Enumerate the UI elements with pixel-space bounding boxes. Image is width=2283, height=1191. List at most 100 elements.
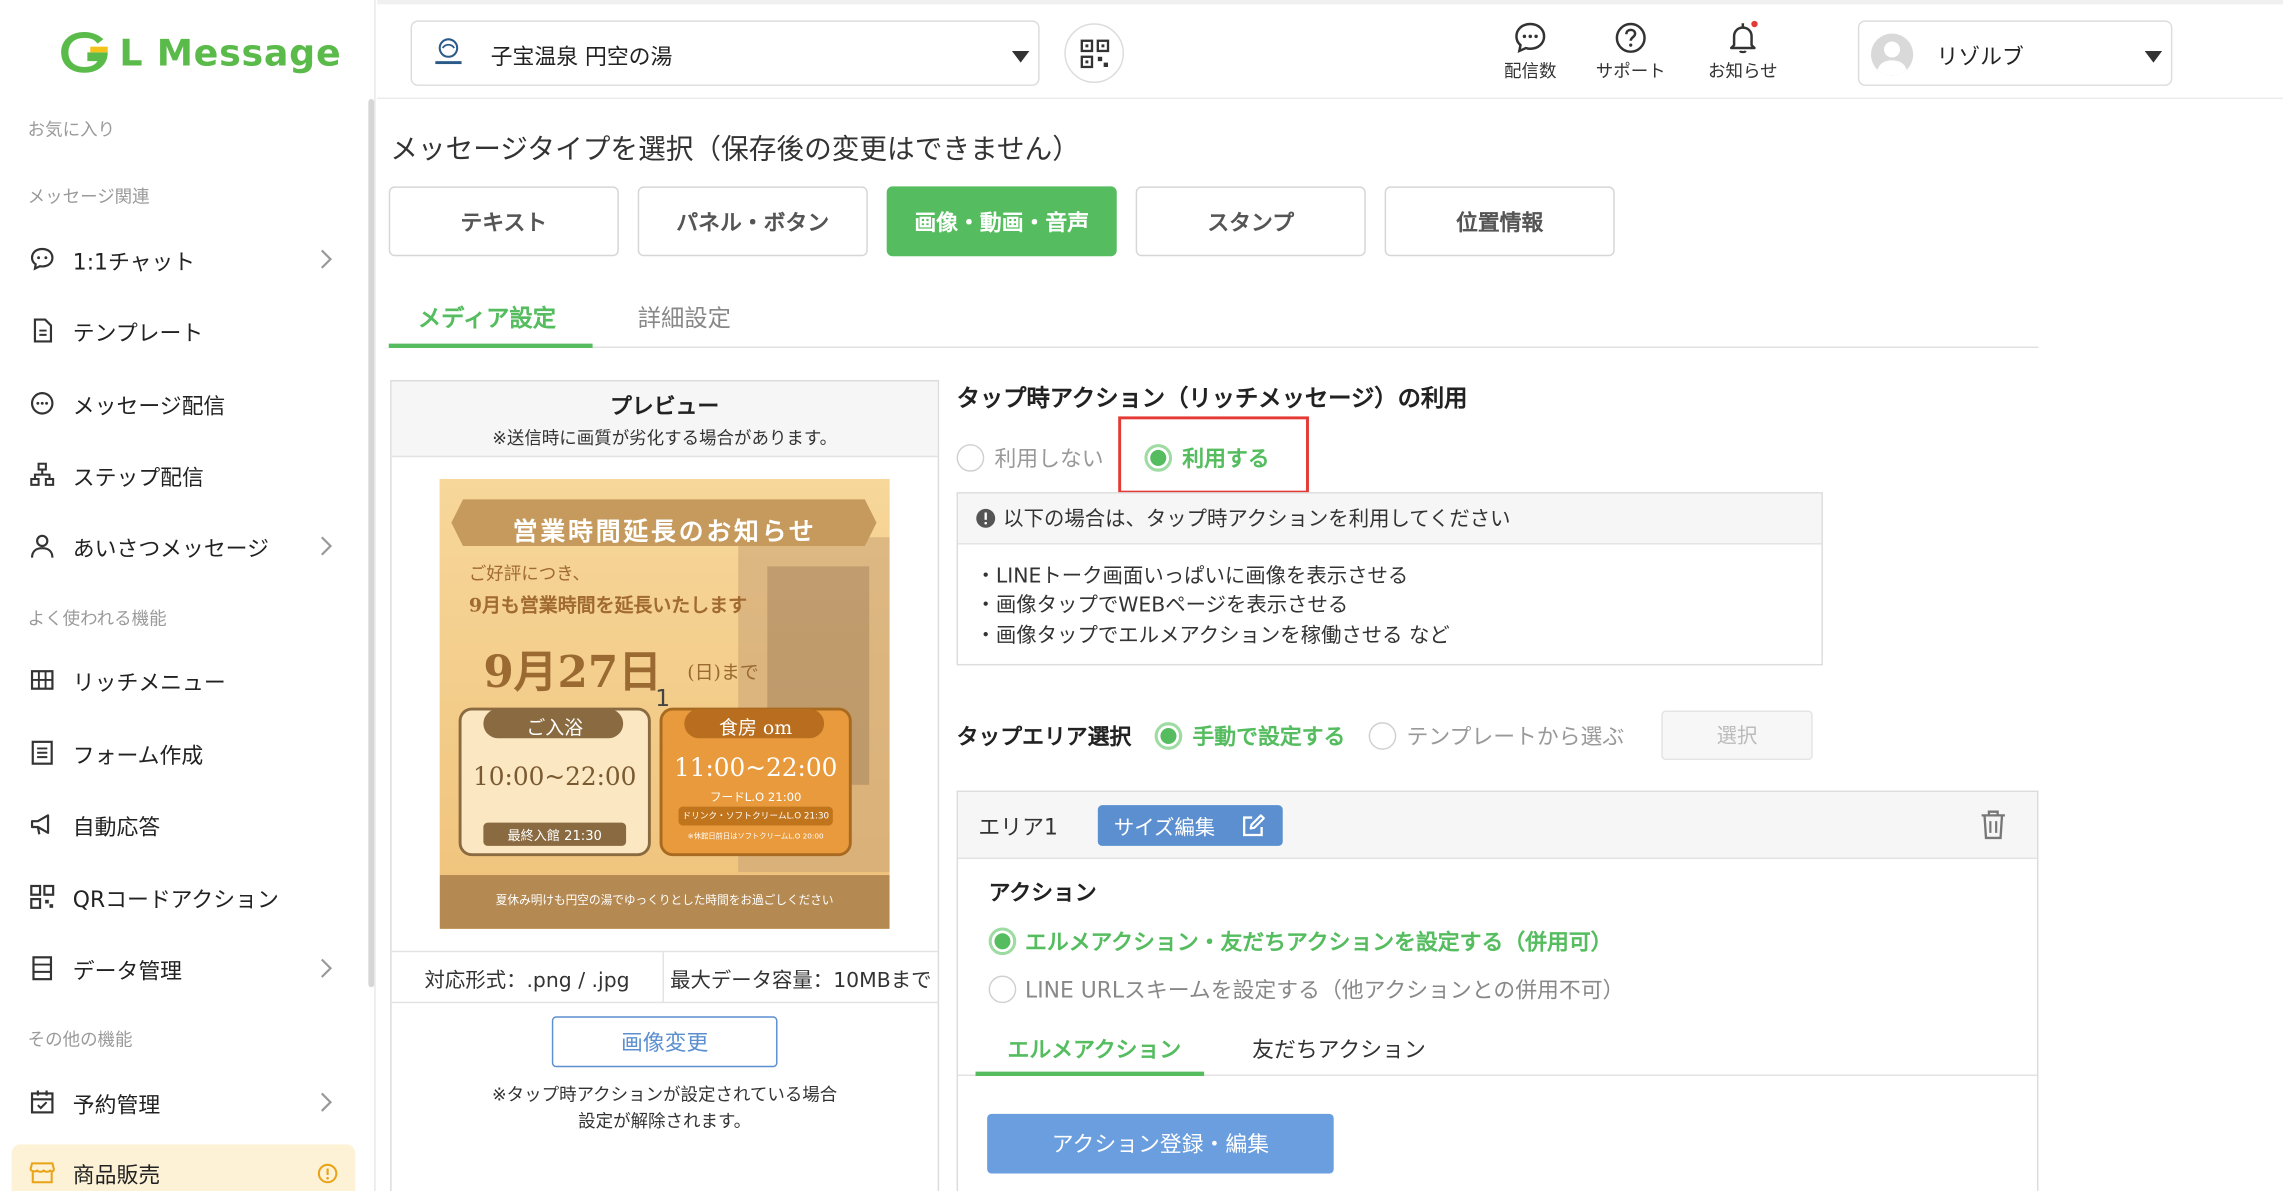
notice-label: お知らせ — [1708, 61, 1778, 82]
section-frequent: よく使われる機能 — [27, 608, 167, 629]
poster-dining-label: 食房 om — [719, 717, 793, 740]
sidebar-item-label: あいさつメッセージ — [72, 535, 269, 562]
tap-action-off-radio[interactable] — [956, 444, 985, 472]
action-option2-radio[interactable] — [988, 975, 1017, 1004]
app-logo[interactable]: L Message — [58, 29, 341, 76]
type-button-text[interactable]: テキスト — [388, 186, 619, 257]
sidebar-item-auto-reply[interactable]: 自動応答 — [0, 796, 357, 854]
poster-line1: ご好評につき、 — [468, 563, 590, 584]
user-avatar-icon — [1876, 41, 1908, 76]
type-button-panel[interactable]: パネル・ボタン — [637, 186, 868, 257]
area-header: エリア1 サイズ編集 — [958, 792, 2037, 860]
sidebar-item-rich-menu[interactable]: リッチメニュー — [0, 652, 357, 710]
sidebar-item-label: テンプレート — [72, 319, 204, 346]
sidebar-item-label: 商品販売 — [72, 1161, 161, 1188]
chevron-right-icon — [321, 536, 333, 556]
tab-friend-action[interactable]: 友だちアクション — [1252, 1034, 1426, 1065]
edit-icon — [1242, 814, 1265, 837]
preview-subtitle: ※送信時に画質が劣化する場合があります。 — [492, 428, 838, 449]
info-item: ・LINEトーク画面いっぱいに画像を表示させる — [975, 564, 1409, 589]
info-header-text: 以下の場合は、タップ時アクションを利用してください — [1003, 508, 1511, 532]
poster-headline: 営業時間延長のお知らせ — [512, 518, 817, 548]
caret-down-icon — [1011, 50, 1030, 63]
delivery-count-label: 配信数 — [1504, 61, 1557, 82]
sidebar-item-label: データ管理 — [72, 957, 183, 984]
area-manual-label[interactable]: 手動で設定する — [1192, 721, 1345, 752]
area-template-radio[interactable] — [1368, 722, 1397, 750]
avatar — [1870, 33, 1914, 76]
delivery-count-button[interactable]: 配信数 — [1485, 20, 1575, 83]
logo-text: L Message — [119, 31, 342, 74]
trash-icon[interactable] — [1980, 810, 2006, 841]
preview-panel: プレビュー ※送信時に画質が劣化する場合があります。 営業時間延長のお知らせ ご… — [390, 380, 940, 1191]
poster-line2: 9月も営業時間を延長いたします — [468, 595, 747, 618]
type-button-location[interactable]: 位置情報 — [1384, 186, 1615, 257]
support-button[interactable]: サポート — [1586, 20, 1676, 83]
preview-header: プレビュー ※送信時に画質が劣化する場合があります。 — [391, 381, 938, 458]
action-option1-radio[interactable] — [988, 927, 1017, 956]
poster-bath-last: 最終入館 21:30 — [507, 829, 602, 845]
sidebar-item-label: フォーム作成 — [72, 741, 204, 769]
sidebar-item-greeting[interactable]: あいさつメッセージ — [0, 518, 357, 576]
poster-date-suffix: (日)まで — [687, 662, 759, 685]
type-button-stamp[interactable]: スタンプ — [1135, 186, 1366, 257]
type-button-media[interactable]: 画像・動画・音声 — [886, 186, 1117, 257]
select-button[interactable]: 選択 — [1661, 710, 1813, 761]
tap-action-heading: タップ時アクション（リッチメッセージ）の利用 — [956, 384, 1468, 413]
sidebar-item-chat[interactable]: 1:1チャット — [0, 232, 357, 290]
qr-button[interactable] — [1064, 23, 1125, 83]
preview-title: プレビュー — [610, 393, 720, 420]
megaphone-icon — [30, 814, 50, 835]
sidebar-item-qr-action[interactable]: QRコードアクション — [0, 869, 357, 927]
tap-action-off-label[interactable]: 利用しない — [994, 443, 1103, 474]
support-label: サポート — [1595, 61, 1666, 82]
alert-circle-icon — [317, 1163, 338, 1184]
area-template-label[interactable]: テンプレートから選ぶ — [1406, 721, 1624, 752]
sidebar-item-label: ステップ配信 — [72, 463, 204, 490]
preview-note-line1: ※タップ時アクションが設定されている場合 — [492, 1084, 838, 1106]
area-panel: エリア1 サイズ編集 アクション エルメアクション・友だちアクションを設定する（… — [956, 790, 2039, 1191]
sidebar-scrollbar[interactable] — [368, 99, 375, 988]
qr-code-icon — [1079, 39, 1109, 69]
action-option2-label[interactable]: LINE URLスキームを設定する（他アクションとの併用不可） — [1025, 974, 1624, 1005]
sidebar-item-template[interactable]: テンプレート — [0, 303, 357, 361]
supported-formats: 対応形式：.png / .jpg — [424, 969, 630, 993]
tab-elme-action[interactable]: エルメアクション — [1008, 1034, 1182, 1065]
active-tab-indicator — [388, 343, 593, 348]
action-label: アクション — [988, 879, 1097, 906]
account-logo-icon — [435, 38, 462, 65]
poster-footer: 夏休み明けも円空の湯でゆっくりとした時間をお過ごしください — [495, 893, 834, 908]
preview-image: 営業時間延長のお知らせ ご好評につき、 9月も営業時間を延長いたします 9月27… — [439, 479, 890, 929]
qr-code-icon — [30, 884, 55, 909]
section-other: その他の機能 — [27, 1029, 133, 1050]
highlight-box — [1118, 416, 1309, 494]
preview-note-line2: 設定が解除されます。 — [578, 1110, 752, 1132]
max-file-size: 最大データ容量：10MBまで — [670, 969, 932, 993]
area-manual-radio[interactable] — [1154, 722, 1183, 750]
document-icon — [33, 318, 53, 343]
sidebar-item-form[interactable]: フォーム作成 — [0, 725, 357, 783]
user-menu[interactable]: リゾルブ — [1857, 20, 2173, 86]
poster-bath-hours: 10:00~22:00 — [473, 762, 637, 793]
poster-dining-lo2: ドリンク・ソフトクリームL.O 21:30 — [682, 810, 830, 822]
bell-icon — [1729, 20, 1758, 54]
section-favorites: お気に入り — [27, 119, 116, 140]
sidebar-item-reservation[interactable]: 予約管理 — [0, 1075, 357, 1133]
sidebar-item-product-sales[interactable]: 商品販売 — [11, 1144, 356, 1191]
action-register-button[interactable]: アクション登録・編集 — [987, 1113, 1334, 1174]
sidebar-item-label: 予約管理 — [72, 1091, 161, 1118]
sidebar-item-label: リッチメニュー — [72, 669, 226, 696]
change-image-button[interactable]: 画像変更 — [551, 1016, 778, 1068]
poster-dining-note: ※休館日前日はソフトクリームL.O 20:00 — [687, 832, 824, 842]
action-option1-label[interactable]: エルメアクション・友だちアクションを設定する（併用可） — [1025, 926, 1613, 957]
database-icon — [32, 956, 53, 981]
sidebar-item-data-management[interactable]: データ管理 — [0, 941, 357, 999]
sidebar-item-step-delivery[interactable]: ステップ配信 — [0, 447, 357, 505]
size-edit-button[interactable]: サイズ編集 — [1097, 805, 1283, 846]
sidebar-item-message-delivery[interactable]: メッセージ配信 — [0, 376, 357, 434]
tab-detail-settings[interactable]: 詳細設定 — [638, 298, 731, 333]
tab-media-settings[interactable]: メディア設定 — [418, 298, 556, 333]
account-selector[interactable]: 子宝温泉 円空の湯 — [410, 20, 1040, 86]
notice-button[interactable]: お知らせ — [1698, 20, 1788, 83]
page-title: メッセージタイプを選択（保存後の変更はできません） — [390, 133, 1080, 166]
